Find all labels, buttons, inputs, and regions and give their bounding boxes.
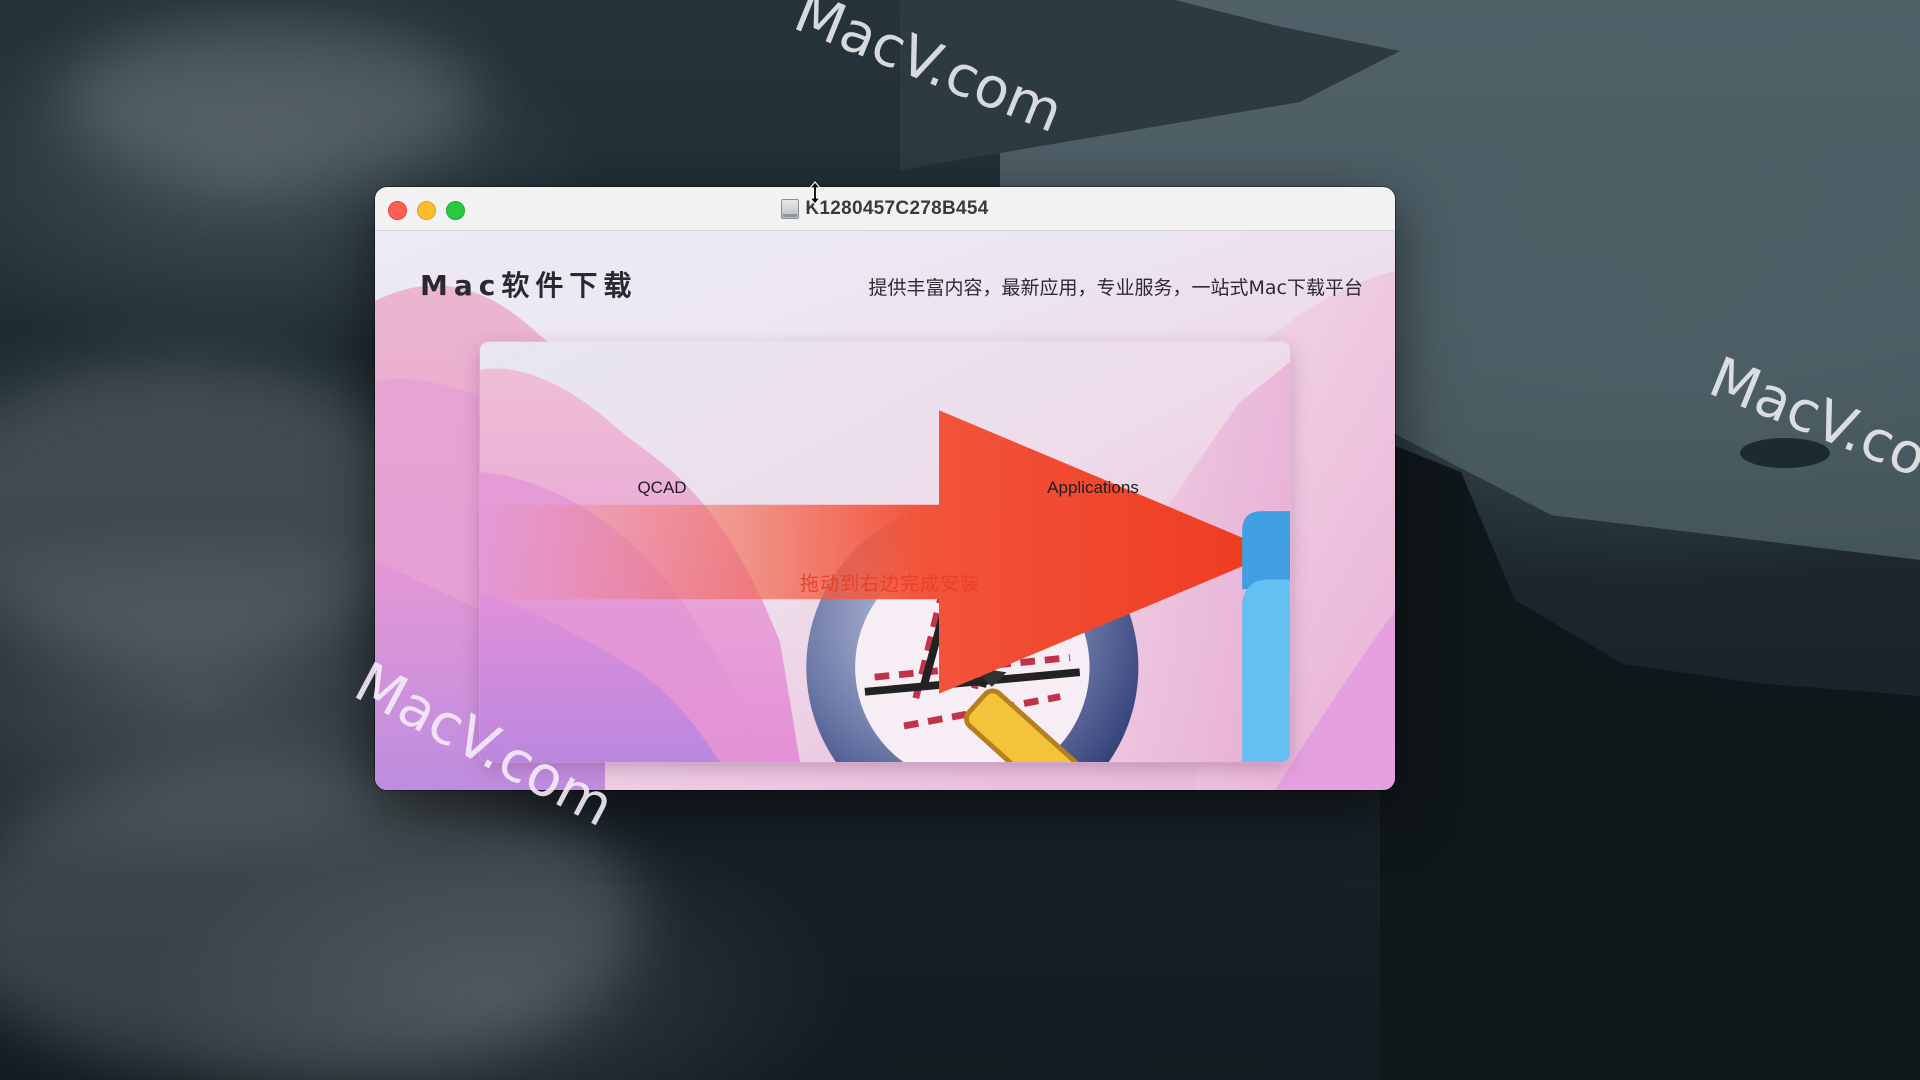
brand-title: Mac软件下载 [420,269,638,302]
install-panel: QCAD 拖动到右边完成安装 Applications [480,342,1290,762]
resize-cursor-icon [808,181,822,205]
install-instruction: 拖动到右边完成安装 [799,573,980,595]
dmg-installer-window: K1280457C278B454 Mac软件下载 提供丰富内容，最新应用，专业服… [375,187,1395,790]
wallpaper-fog [60,20,480,180]
window-title-group: K1280457C278B454 [375,187,1395,230]
brand-tagline: 提供丰富内容，最新应用，专业服务，一站式Mac下载平台 [868,277,1363,299]
applications-folder-icon [1242,511,1290,762]
window-content: Mac软件下载 提供丰富内容，最新应用，专业服务，一站式Mac下载平台 QCAD… [375,231,1395,790]
window-title: K1280457C278B454 [805,197,989,219]
applications-folder[interactable]: Applications [1013,472,1290,762]
title-bar[interactable]: K1280457C278B454 [375,187,1395,231]
disk-image-icon [781,198,800,219]
wallpaper-fog [0,360,440,660]
